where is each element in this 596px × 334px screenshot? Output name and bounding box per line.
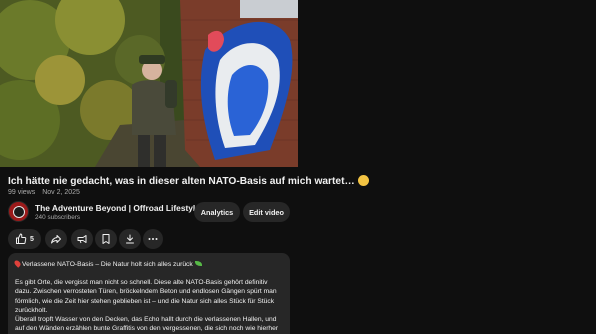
description-box[interactable]: Verlassene NATO-Basis – Die Natur holt s…	[8, 253, 290, 334]
download-button[interactable]	[119, 229, 141, 249]
description-paragraph: Es gibt Orte, die vergisst man nicht so …	[15, 279, 277, 314]
channel-avatar[interactable]	[8, 201, 29, 222]
save-button[interactable]	[95, 229, 117, 249]
video-meta: 99 views Nov 2, 2025	[8, 189, 80, 196]
leaf-icon	[194, 261, 202, 266]
share-button[interactable]	[45, 229, 67, 249]
share-icon	[51, 235, 61, 244]
player-side-area	[298, 0, 596, 167]
subscriber-count: 240 subscribers	[35, 214, 81, 221]
more-icon	[148, 238, 158, 240]
save-icon	[102, 234, 110, 244]
download-icon	[126, 234, 134, 244]
video-player[interactable]	[0, 0, 298, 167]
like-button[interactable]: 5	[8, 229, 41, 249]
upload-date: Nov 2, 2025	[42, 189, 80, 196]
pin-icon	[13, 259, 22, 268]
video-title: Ich hätte nie gedacht, was in dieser alt…	[8, 175, 593, 188]
analytics-button[interactable]: Analytics	[194, 202, 240, 222]
video-frame	[0, 0, 298, 167]
edit-video-button[interactable]: Edit video	[243, 202, 290, 222]
channel-info: The Adventure Beyond | Offroad Lifestyl.…	[8, 201, 202, 223]
description-heading: Verlassene NATO-Basis – Die Natur holt s…	[13, 259, 283, 269]
smiling-face-icon	[357, 175, 369, 186]
description-paragraph: Überall tropft Wasser von den Decken, da…	[15, 316, 279, 333]
more-actions-button[interactable]	[143, 229, 163, 249]
like-count: 5	[30, 235, 34, 243]
view-count: 99 views	[8, 189, 36, 196]
thumbs-up-icon	[16, 233, 27, 244]
channel-name[interactable]: The Adventure Beyond | Offroad Lifestyl.…	[35, 203, 202, 213]
clip-icon	[77, 235, 87, 244]
clip-button[interactable]	[71, 229, 93, 249]
